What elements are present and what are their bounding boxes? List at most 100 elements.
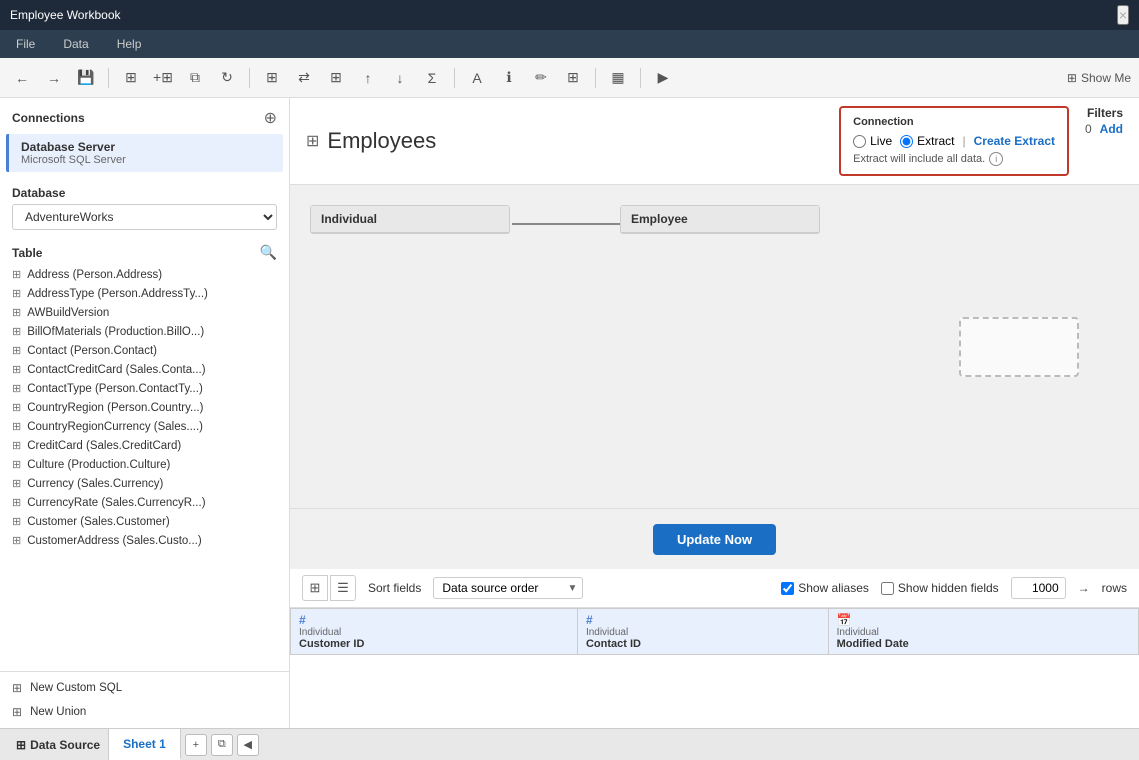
create-extract-link[interactable]: Create Extract: [974, 134, 1055, 148]
show-me-label: Show Me: [1081, 71, 1131, 85]
duplicate-sheet-button[interactable]: ⧉: [211, 734, 233, 756]
info-icon[interactable]: i: [989, 152, 1003, 166]
table-icon: ⊞: [12, 439, 21, 452]
table-icon: ⊞: [12, 401, 21, 414]
drop-zone[interactable]: [959, 317, 1079, 377]
show-me-icon: ⊞: [1067, 71, 1077, 85]
forward-button[interactable]: →: [40, 64, 68, 92]
table-item[interactable]: ⊞Customer (Sales.Customer): [0, 512, 289, 531]
table-item[interactable]: ⊞CustomerAddress (Sales.Custo...): [0, 531, 289, 550]
connection-box-title: Connection: [853, 116, 1055, 128]
grid-view-button[interactable]: ⊞: [302, 575, 328, 601]
menu-data[interactable]: Data: [57, 33, 94, 55]
table-icon: ⊞: [12, 344, 21, 357]
sort-select[interactable]: Data source order Alphabetical Name Fiel…: [433, 577, 583, 599]
toolbar-sep-2: [249, 68, 250, 88]
update-now-button[interactable]: Update Now: [653, 524, 776, 555]
table-item[interactable]: ⊞BillOfMaterials (Production.BillO...): [0, 322, 289, 341]
table-item[interactable]: ⊞CurrencyRate (Sales.CurrencyR...): [0, 493, 289, 512]
save-button[interactable]: 💾: [72, 64, 100, 92]
list-view-button[interactable]: ☰: [330, 575, 356, 601]
menu-help[interactable]: Help: [111, 33, 148, 55]
live-radio[interactable]: Live: [853, 134, 892, 148]
col-type-customer: Individual: [299, 627, 569, 638]
new-custom-sql-button[interactable]: ⊞ New Custom SQL: [0, 676, 289, 700]
live-radio-input[interactable]: [853, 135, 866, 148]
individual-table-card[interactable]: Individual: [310, 205, 510, 234]
filters-add-button[interactable]: Add: [1100, 122, 1123, 136]
table-item[interactable]: ⊞Address (Person.Address): [0, 265, 289, 284]
table-item[interactable]: ⊞CountryRegion (Person.Country...): [0, 398, 289, 417]
left-panel: Connections ⊕ Database Server Microsoft …: [0, 98, 290, 728]
table-item[interactable]: ⊞Contact (Person.Contact): [0, 341, 289, 360]
new-union-button[interactable]: ⊞ New Union: [0, 700, 289, 724]
extract-radio-input[interactable]: [900, 135, 913, 148]
sort-asc-button[interactable]: ↑: [354, 64, 382, 92]
sort-select-wrap: Data source order Alphabetical Name Fiel…: [433, 577, 583, 599]
tab-actions: + ⧉ ◀: [185, 734, 259, 756]
table-icon: ⊞: [12, 458, 21, 471]
add-sheet-button[interactable]: +⊞: [149, 64, 177, 92]
sort-label: Sort fields: [368, 581, 421, 595]
sheet1-tab[interactable]: Sheet 1: [109, 729, 181, 760]
connection-divider: |: [962, 134, 965, 148]
table-header-row: Table 🔍: [0, 240, 289, 265]
new-datasource-button[interactable]: ⊞: [117, 64, 145, 92]
move-left-button[interactable]: ◀: [237, 734, 259, 756]
show-me-button[interactable]: ⊞ Show Me: [1067, 71, 1131, 85]
label-button[interactable]: A: [463, 64, 491, 92]
toolbar-sep-1: [108, 68, 109, 88]
table-item[interactable]: ⊞AddressType (Person.AddressTy...): [0, 284, 289, 303]
connection-item[interactable]: Database Server Microsoft SQL Server: [6, 134, 283, 172]
swap-button[interactable]: ⇄: [290, 64, 318, 92]
refresh-button[interactable]: ↻: [213, 64, 241, 92]
group-button[interactable]: ⊞: [322, 64, 350, 92]
sort-desc-button[interactable]: ↓: [386, 64, 414, 92]
canvas-icon: ⊞: [306, 131, 319, 151]
rows-input[interactable]: 1000: [1011, 577, 1066, 599]
right-panel: ⊞ Employees Connection Live Extract: [290, 98, 1139, 728]
add-connection-button[interactable]: ⊕: [264, 108, 277, 128]
canvas-title-row: ⊞ Employees: [306, 128, 436, 154]
table-item[interactable]: ⊞Culture (Production.Culture): [0, 455, 289, 474]
col-name-contact: Contact ID: [586, 638, 820, 650]
chart-button[interactable]: ▦: [604, 64, 632, 92]
update-now-container: Update Now: [290, 509, 1139, 569]
table-item[interactable]: ⊞AWBuildVersion: [0, 303, 289, 322]
sum-button[interactable]: Σ: [418, 64, 446, 92]
close-button[interactable]: ×: [1117, 5, 1129, 25]
database-select[interactable]: AdventureWorks: [12, 204, 277, 230]
show-aliases-checkbox[interactable]: Show aliases: [781, 581, 869, 595]
table-list: ⊞Address (Person.Address) ⊞AddressType (…: [0, 265, 289, 671]
connection-options: Live Extract | Create Extract: [853, 134, 1055, 148]
new-sheet-button[interactable]: +: [185, 734, 207, 756]
table-icon: ⊞: [12, 382, 21, 395]
employee-table-card[interactable]: Employee: [620, 205, 820, 234]
rows-arrow-icon: →: [1078, 581, 1090, 595]
table-item[interactable]: ⊞ContactCreditCard (Sales.Conta...): [0, 360, 289, 379]
table-search-button[interactable]: 🔍: [260, 244, 277, 261]
table-item[interactable]: ⊞Currency (Sales.Currency): [0, 474, 289, 493]
view-buttons: ⊞ ☰: [302, 575, 356, 601]
size-button[interactable]: ⊞: [559, 64, 587, 92]
table-item[interactable]: ⊞CountryRegionCurrency (Sales....): [0, 417, 289, 436]
canvas-header: ⊞ Employees Connection Live Extract: [290, 98, 1139, 185]
duplicate-button[interactable]: ⧉: [181, 64, 209, 92]
format-button[interactable]: ✏: [527, 64, 555, 92]
rows-cols-button[interactable]: ⊞: [258, 64, 286, 92]
tooltip-button[interactable]: ℹ: [495, 64, 523, 92]
data-source-tab[interactable]: ⊞ Data Source: [8, 729, 109, 760]
toolbar: ← → 💾 ⊞ +⊞ ⧉ ↻ ⊞ ⇄ ⊞ ↑ ↓ Σ A ℹ ✏ ⊞ ▦ ▶ ⊞…: [0, 58, 1139, 98]
individual-card-title: Individual: [321, 212, 377, 226]
table-item[interactable]: ⊞CreditCard (Sales.CreditCard): [0, 436, 289, 455]
show-hidden-fields-input[interactable]: [881, 582, 894, 595]
show-hidden-fields-checkbox[interactable]: Show hidden fields: [881, 581, 999, 595]
show-aliases-input[interactable]: [781, 582, 794, 595]
back-button[interactable]: ←: [8, 64, 36, 92]
data-grid: # Individual Customer ID # Individual Co…: [290, 608, 1139, 655]
connection-box: Connection Live Extract | Create Extract: [839, 106, 1069, 176]
present-button[interactable]: ▶: [649, 64, 677, 92]
extract-radio[interactable]: Extract: [900, 134, 954, 148]
table-item[interactable]: ⊞ContactType (Person.ContactTy...): [0, 379, 289, 398]
menu-file[interactable]: File: [10, 33, 41, 55]
